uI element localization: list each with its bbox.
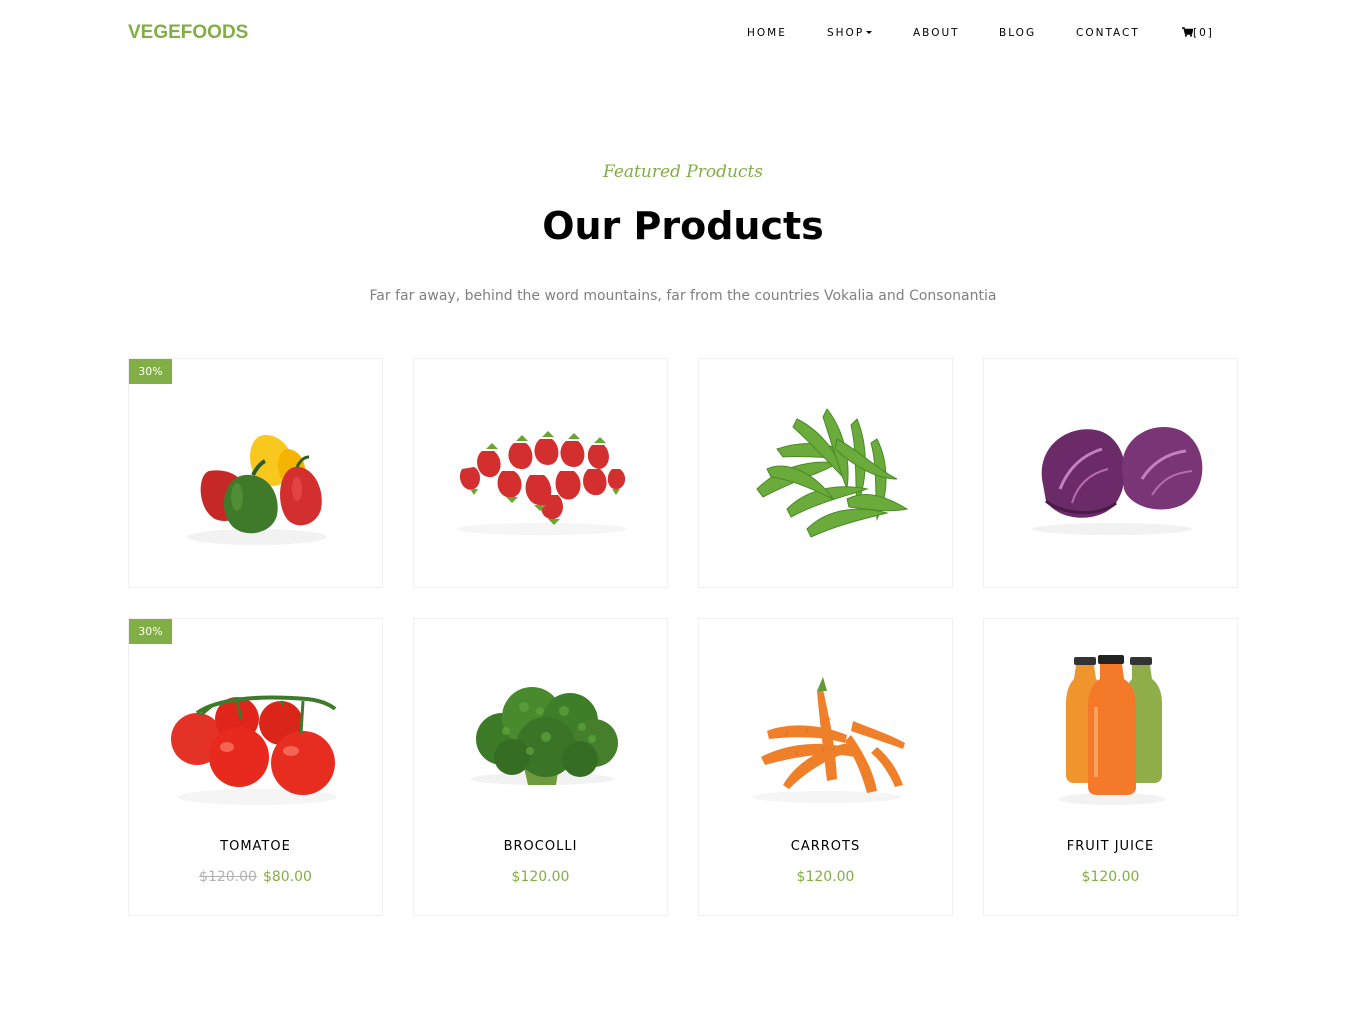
nav-shop-label: SHOP	[827, 27, 865, 39]
navbar: VEGEFOODS HOME SHOP ABOUT BLOG CONTACT […	[0, 0, 1366, 68]
chevron-down-icon	[866, 30, 873, 34]
nav-contact[interactable]: CONTACT	[1076, 27, 1140, 39]
old-price: $120.00	[199, 869, 257, 885]
purple-cabbage-image[interactable]	[1012, 379, 1209, 559]
product-price: $120.00 $80.00	[129, 869, 382, 885]
bell-pepper-image[interactable]	[157, 379, 354, 559]
tomato-image[interactable]	[157, 639, 354, 819]
product-name[interactable]: BROCOLLI	[414, 839, 667, 854]
product-name[interactable]: CARROTS	[699, 839, 952, 854]
discount-badge: 30%	[129, 619, 172, 644]
product-card[interactable]	[698, 358, 953, 588]
section-lead: Far far away, behind the word mountains,…	[369, 288, 997, 304]
sale-price: $120.00	[1081, 869, 1140, 885]
nav-about[interactable]: ABOUT	[913, 27, 960, 39]
main-nav: HOME SHOP ABOUT BLOG CONTACT [0]	[0, 26, 1366, 41]
product-name[interactable]: FRUIT JUICE	[984, 839, 1237, 854]
product-card[interactable]: FRUIT JUICE $120.00	[983, 618, 1238, 916]
cart-icon	[1182, 26, 1193, 37]
product-card[interactable]	[413, 358, 668, 588]
product-price: $120.00	[414, 869, 667, 885]
product-card[interactable]	[983, 358, 1238, 588]
nav-home[interactable]: HOME	[747, 27, 787, 39]
nav-cart[interactable]: [0]	[1182, 26, 1214, 39]
product-card[interactable]: BROCOLLI $120.00	[413, 618, 668, 916]
product-price: $120.00	[699, 869, 952, 885]
nav-blog[interactable]: BLOG	[999, 27, 1036, 39]
product-name[interactable]: TOMATOE	[129, 839, 382, 854]
section-subheading: Featured Products	[602, 162, 764, 182]
carrots-image[interactable]	[727, 639, 924, 819]
product-card[interactable]: 30%	[128, 358, 383, 588]
fruit-juice-image[interactable]	[1012, 639, 1209, 819]
product-card[interactable]: 30% TOMATOE $120.00 $80.00	[128, 618, 383, 916]
sale-price: $80.00	[262, 869, 312, 885]
product-card[interactable]: CARROTS $120.00	[698, 618, 953, 916]
green-beans-image[interactable]	[727, 379, 924, 559]
section-heading: Our Products	[542, 204, 824, 248]
sale-price: $120.00	[511, 869, 570, 885]
strawberry-image[interactable]	[442, 379, 639, 559]
nav-shop[interactable]: SHOP	[827, 27, 873, 39]
sale-price: $120.00	[796, 869, 855, 885]
broccoli-image[interactable]	[442, 639, 639, 819]
discount-badge: 30%	[129, 359, 172, 384]
product-price: $120.00	[984, 869, 1237, 885]
cart-count: [0]	[1193, 27, 1214, 39]
